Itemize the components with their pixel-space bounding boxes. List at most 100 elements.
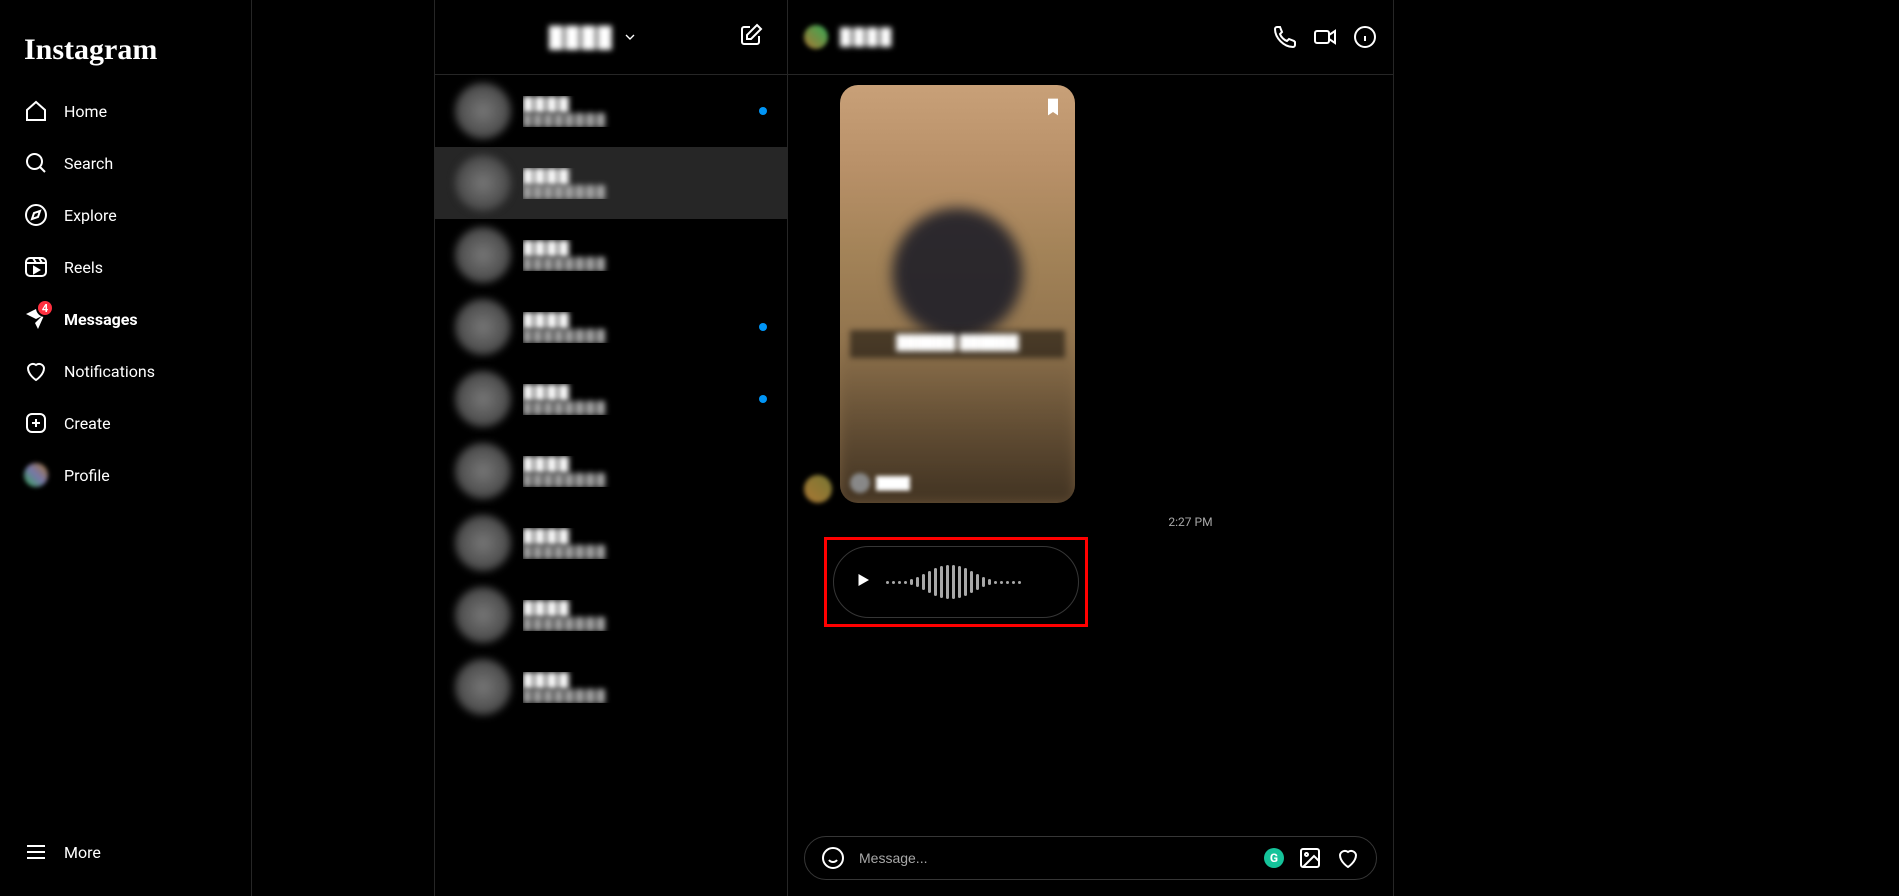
- wave-bar: [946, 565, 949, 599]
- voice-waveform: [886, 562, 1021, 602]
- message-composer: G: [804, 836, 1377, 880]
- thread-item[interactable]: ████████████: [435, 147, 787, 219]
- thread-avatar: [455, 443, 511, 499]
- image-icon[interactable]: [1298, 846, 1322, 870]
- nav-notifications-label: Notifications: [64, 362, 155, 381]
- thread-item[interactable]: ████████████: [435, 219, 787, 291]
- shared-post-user-avatar: [850, 473, 870, 493]
- wave-bar: [970, 571, 973, 593]
- nav-reels-label: Reels: [64, 258, 103, 277]
- plus-icon: [24, 411, 48, 435]
- thread-info: ████████████: [523, 240, 767, 271]
- thread-item[interactable]: ████████████: [435, 507, 787, 579]
- info-icon[interactable]: [1353, 25, 1377, 49]
- thread-name: ████: [523, 168, 767, 185]
- nav-messages-label: Messages: [64, 310, 138, 329]
- sender-avatar[interactable]: [804, 475, 832, 503]
- thread-name: ████: [523, 456, 767, 473]
- emoji-icon[interactable]: [821, 846, 845, 870]
- chat-column: ████ ██████ ██████ ████ 2:27 PM: [788, 0, 1394, 896]
- dm-list-column: ████ ███████████████████████████████████…: [434, 0, 788, 896]
- thread-item[interactable]: ████████████: [435, 579, 787, 651]
- thread-info: ████████████: [523, 168, 767, 199]
- thread-item[interactable]: ████████████: [435, 435, 787, 507]
- nav-more[interactable]: More: [12, 828, 239, 876]
- nav-reels[interactable]: Reels: [12, 243, 239, 291]
- messages-badge: 4: [36, 299, 54, 317]
- nav-profile-label: Profile: [64, 466, 110, 485]
- nav-notifications[interactable]: Notifications: [12, 347, 239, 395]
- thread-name: ████: [523, 312, 747, 329]
- hamburger-icon: [24, 840, 48, 864]
- wave-bar: [1018, 581, 1021, 584]
- wave-bar: [916, 577, 919, 587]
- phone-icon[interactable]: [1273, 25, 1297, 49]
- nav-messages[interactable]: 4 Messages: [12, 295, 239, 343]
- thread-preview: ████████: [523, 473, 767, 487]
- nav-search[interactable]: Search: [12, 139, 239, 187]
- chat-header-avatar[interactable]: [804, 25, 828, 49]
- account-switcher[interactable]: ████: [549, 25, 638, 50]
- wave-bar: [910, 579, 913, 585]
- wave-bar: [964, 568, 967, 596]
- wave-bar: [934, 568, 937, 596]
- dm-list[interactable]: ████████████████████████████████████████…: [435, 75, 787, 896]
- thread-avatar: [455, 371, 511, 427]
- thread-name: ████: [523, 240, 767, 257]
- unread-dot: [759, 323, 767, 331]
- voice-message[interactable]: [833, 546, 1079, 618]
- video-icon[interactable]: [1313, 25, 1337, 49]
- message-timestamp: 2:27 PM: [804, 515, 1377, 529]
- thread-avatar: [455, 155, 511, 211]
- thread-preview: ████████: [523, 113, 747, 127]
- wave-bar: [988, 579, 991, 585]
- thread-avatar: [455, 227, 511, 283]
- voice-message-highlight: [824, 537, 1088, 627]
- shared-post-user: ████: [850, 473, 910, 493]
- chat-body[interactable]: ██████ ██████ ████ 2:27 PM: [788, 75, 1393, 836]
- thread-item[interactable]: ████████████: [435, 651, 787, 723]
- play-icon[interactable]: [854, 571, 872, 593]
- shared-post[interactable]: ██████ ██████ ████: [840, 85, 1075, 503]
- nav-create[interactable]: Create: [12, 399, 239, 447]
- thread-name: ████: [523, 384, 747, 401]
- bookmark-icon: [1043, 97, 1063, 117]
- chat-header-name[interactable]: ████: [840, 27, 893, 47]
- profile-avatar-icon: [24, 463, 48, 487]
- dm-header: ████: [435, 0, 787, 75]
- heart-icon: [24, 359, 48, 383]
- wave-bar: [922, 574, 925, 590]
- thread-info: ████████████: [523, 96, 747, 127]
- thread-avatar: [455, 587, 511, 643]
- wave-bar: [994, 581, 997, 584]
- wave-bar: [892, 581, 895, 584]
- spacer: [252, 0, 434, 896]
- thread-preview: ████████: [523, 545, 767, 559]
- chat-header: ████: [788, 0, 1393, 75]
- home-icon: [24, 99, 48, 123]
- nav-home[interactable]: Home: [12, 87, 239, 135]
- chevron-down-icon: [622, 29, 638, 45]
- search-icon: [24, 151, 48, 175]
- thread-preview: ████████: [523, 257, 767, 271]
- instagram-logo[interactable]: Instagram: [12, 8, 239, 83]
- nav-explore[interactable]: Explore: [12, 191, 239, 239]
- like-icon[interactable]: [1336, 846, 1360, 870]
- compose-button[interactable]: [739, 23, 763, 51]
- message-input[interactable]: [859, 850, 1250, 866]
- wave-bar: [958, 566, 961, 598]
- thread-info: ████████████: [523, 528, 767, 559]
- thread-info: ████████████: [523, 600, 767, 631]
- thread-info: ████████████: [523, 672, 767, 703]
- thread-avatar: [455, 299, 511, 355]
- thread-info: ████████████: [523, 456, 767, 487]
- thread-item[interactable]: ████████████: [435, 75, 787, 147]
- thread-item[interactable]: ████████████: [435, 291, 787, 363]
- thread-info: ████████████: [523, 312, 747, 343]
- nav-profile[interactable]: Profile: [12, 451, 239, 499]
- grammarly-icon[interactable]: G: [1264, 848, 1284, 868]
- compass-icon: [24, 203, 48, 227]
- thread-item[interactable]: ████████████: [435, 363, 787, 435]
- wave-bar: [898, 581, 901, 584]
- nav-search-label: Search: [64, 154, 113, 173]
